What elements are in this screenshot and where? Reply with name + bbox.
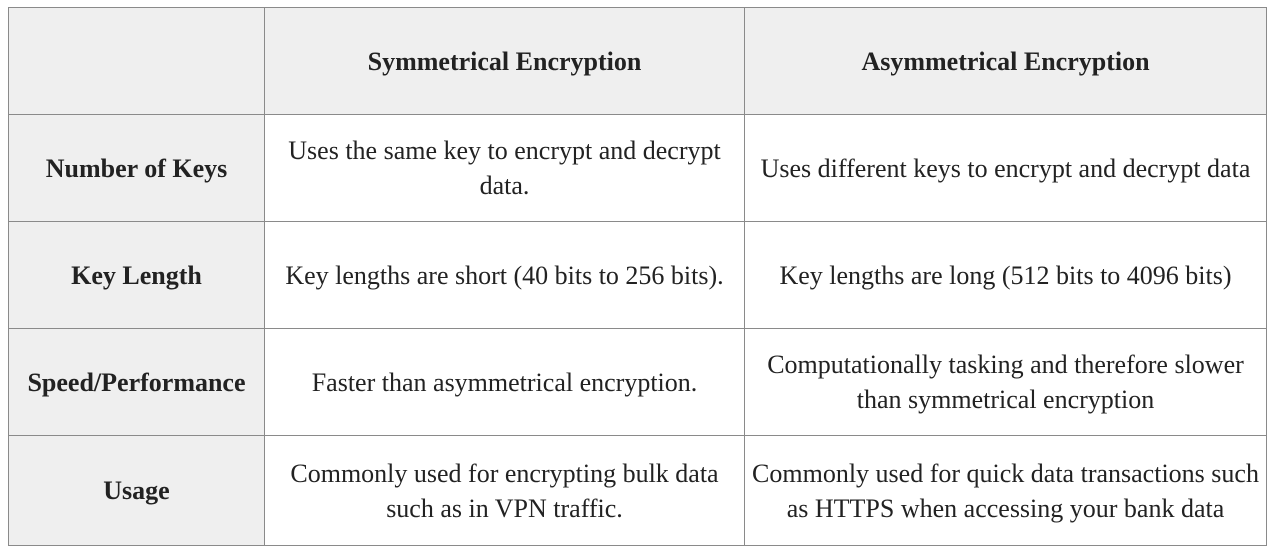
- cell-symmetrical: Faster than asymmetrical encryption.: [264, 328, 745, 436]
- row-label-key-length: Key Length: [8, 221, 265, 329]
- header-symmetrical: Symmetrical Encryption: [264, 7, 745, 115]
- table-row: Usage Commonly used for encrypting bulk …: [8, 435, 1267, 546]
- table-row: Speed/Performance Faster than asymmetric…: [8, 328, 1267, 436]
- row-label-speed-performance: Speed/Performance: [8, 328, 265, 436]
- cell-asymmetrical: Computationally tasking and therefore sl…: [744, 328, 1267, 436]
- cell-symmetrical: Uses the same key to encrypt and decrypt…: [264, 114, 745, 222]
- cell-asymmetrical: Commonly used for quick data transaction…: [744, 435, 1267, 546]
- table-row: Number of Keys Uses the same key to encr…: [8, 114, 1267, 222]
- cell-symmetrical: Key lengths are short (40 bits to 256 bi…: [264, 221, 745, 329]
- header-asymmetrical: Asymmetrical Encryption: [744, 7, 1267, 115]
- table-header-row: Symmetrical Encryption Asymmetrical Encr…: [8, 7, 1267, 115]
- encryption-comparison-table: Symmetrical Encryption Asymmetrical Encr…: [8, 7, 1267, 546]
- cell-asymmetrical: Uses different keys to encrypt and decry…: [744, 114, 1267, 222]
- cell-symmetrical: Commonly used for encrypting bulk data s…: [264, 435, 745, 546]
- row-label-usage: Usage: [8, 435, 265, 546]
- header-corner-cell: [8, 7, 265, 115]
- row-label-number-of-keys: Number of Keys: [8, 114, 265, 222]
- table-row: Key Length Key lengths are short (40 bit…: [8, 221, 1267, 329]
- cell-asymmetrical: Key lengths are long (512 bits to 4096 b…: [744, 221, 1267, 329]
